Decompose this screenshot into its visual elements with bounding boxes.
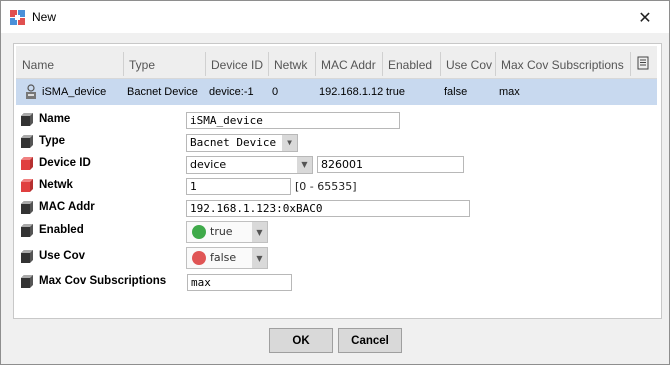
cell-max-cov-subscriptions: max	[499, 86, 520, 98]
dialog-content: Name Type Device ID Netwk MAC Addr Enabl…	[13, 43, 662, 319]
enabled-value: true	[210, 225, 233, 238]
cell-enabled: true	[386, 86, 405, 98]
slot-icon	[21, 201, 33, 214]
name-field[interactable]: iSMA_device	[186, 112, 400, 129]
property-label-device-id: Device ID	[39, 157, 91, 169]
column-header-max-cov-subscriptions[interactable]: Max Cov Subscriptions	[495, 46, 624, 78]
device-id-type-dropdown[interactable]: device ▼	[186, 156, 313, 174]
table-row[interactable]: iSMA_device Bacnet Device device:-1 0 19…	[16, 79, 657, 105]
netwk-range-label: [0 - 65535]	[295, 180, 357, 193]
property-label-use-cov: Use Cov	[39, 250, 86, 262]
column-header-mac-addr[interactable]: MAC Addr	[315, 46, 376, 78]
property-row-max-cov: Max Cov Subscriptions	[20, 272, 650, 294]
column-header-device-id[interactable]: Device ID	[205, 46, 263, 78]
column-header-enabled[interactable]: Enabled	[382, 46, 432, 78]
status-dot-icon	[192, 251, 206, 265]
dialog-window: New ✕ Name Type Device ID Netwk MAC Addr…	[0, 0, 670, 365]
column-header-type[interactable]: Type	[123, 46, 155, 78]
property-label-max-cov: Max Cov Subscriptions	[39, 275, 167, 287]
slot-icon	[21, 275, 33, 288]
max-cov-field[interactable]: max	[187, 274, 292, 291]
cell-device-id: device:-1	[209, 86, 254, 98]
property-label-enabled: Enabled	[39, 224, 84, 236]
mac-addr-field[interactable]: 192.168.1.123:0xBAC0	[186, 200, 470, 217]
chevron-down-icon: ▼	[297, 157, 312, 173]
property-label-name: Name	[39, 113, 71, 125]
netwk-field[interactable]: 1	[186, 178, 291, 195]
cell-netwk: 0	[272, 86, 279, 98]
table-header: Name Type Device ID Netwk MAC Addr Enabl…	[16, 46, 657, 79]
slot-icon	[21, 250, 33, 263]
property-label-type: Type	[39, 135, 65, 147]
type-dropdown[interactable]: Bacnet Device ▼	[186, 134, 298, 152]
property-row-use-cov: Use Cov	[20, 247, 650, 269]
use-cov-value: false	[210, 251, 237, 264]
slot-icon	[21, 113, 33, 126]
chevron-down-icon: ▼	[282, 135, 297, 151]
status-dot-icon	[192, 225, 206, 239]
property-label-netwk: Netwk	[39, 179, 73, 191]
window-title: New	[32, 10, 57, 24]
column-header-name[interactable]: Name	[16, 46, 54, 78]
type-dropdown-value: Bacnet Device	[190, 136, 277, 149]
enabled-dropdown[interactable]: true ▼	[186, 221, 268, 243]
cancel-button[interactable]: Cancel	[338, 328, 402, 353]
device-id-number-field[interactable]: 826001	[317, 156, 464, 173]
device-id-type-value: device	[190, 158, 227, 171]
slot-icon	[21, 224, 33, 237]
device-icon	[26, 84, 36, 99]
column-header-use-cov[interactable]: Use Cov	[440, 46, 492, 78]
cell-mac-addr: 192.168.1.12	[319, 86, 383, 98]
slot-icon	[21, 135, 33, 148]
title-bar: New ✕	[1, 1, 669, 33]
required-slot-icon	[21, 179, 33, 192]
chevron-down-icon: ▼	[252, 248, 267, 268]
close-icon[interactable]: ✕	[631, 5, 659, 29]
niagara-app-icon	[10, 10, 25, 25]
property-row-enabled: Enabled	[20, 221, 650, 243]
property-label-mac-addr: MAC Addr	[39, 201, 95, 213]
ok-button[interactable]: OK	[269, 328, 333, 353]
chevron-down-icon: ▼	[252, 222, 267, 242]
column-header-netwk[interactable]: Netwk	[268, 46, 307, 78]
cell-type: Bacnet Device	[127, 86, 198, 98]
column-chooser-icon[interactable]	[636, 56, 650, 70]
property-row-type: Type	[20, 132, 650, 154]
use-cov-dropdown[interactable]: false ▼	[186, 247, 268, 269]
cell-name: iSMA_device	[42, 86, 107, 98]
required-slot-icon	[21, 157, 33, 170]
cell-use-cov: false	[444, 86, 468, 98]
